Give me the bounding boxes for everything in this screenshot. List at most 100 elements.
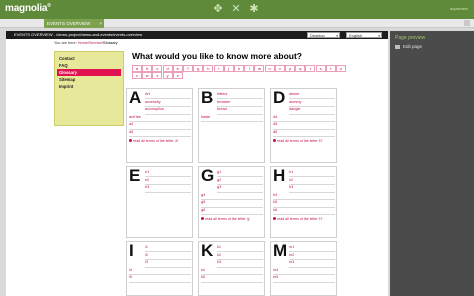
- term-link[interactable]: d6: [273, 130, 277, 134]
- term-link[interactable]: m3: [289, 260, 294, 264]
- term-link[interactable]: dummy: [289, 100, 301, 104]
- letter-link-p[interactable]: p: [285, 65, 295, 72]
- menu-item-sitemap[interactable]: Sitemap: [57, 76, 121, 83]
- read-all-link[interactable]: read all terms of the letter 'g': [201, 217, 250, 221]
- page-title: What would you like to know more about?: [132, 51, 302, 61]
- favorites-icon[interactable]: ✱: [248, 3, 260, 15]
- term-link[interactable]: Art: [145, 92, 150, 96]
- apps-icon[interactable]: ✥: [212, 3, 224, 15]
- term-link[interactable]: e3: [145, 185, 149, 189]
- term-link[interactable]: dangle: [289, 107, 300, 111]
- term-link[interactable]: e2: [145, 178, 149, 182]
- tab-events-overview[interactable]: EVENTS OVERVIEW ×: [44, 19, 104, 28]
- term-link[interactable]: d4: [273, 115, 277, 119]
- letter-link-q[interactable]: q: [295, 65, 306, 72]
- letter-link-y[interactable]: y: [162, 72, 173, 79]
- term-link[interactable]: m4: [273, 268, 278, 272]
- letter-link-x[interactable]: x: [152, 72, 163, 79]
- letter-link-j[interactable]: j: [223, 65, 234, 72]
- read-all-link[interactable]: read all terms of the letter 'H': [273, 217, 323, 221]
- read-all-link[interactable]: read all terms of the letter 'D': [273, 139, 323, 143]
- menu-item-faq[interactable]: FAQ: [57, 62, 121, 69]
- letter-link-r[interactable]: r: [305, 65, 316, 72]
- term-link[interactable]: desire: [289, 92, 299, 96]
- user-name[interactable]: superuser: [450, 6, 468, 11]
- letter-link-v[interactable]: v: [132, 72, 142, 79]
- term-link[interactable]: m1: [289, 245, 294, 249]
- term-link[interactable]: i2: [145, 253, 148, 257]
- term-link[interactable]: h1: [289, 170, 293, 174]
- term-link[interactable]: browser: [217, 100, 231, 104]
- letter-link-d[interactable]: d: [162, 65, 173, 72]
- breadcrumb-item-service[interactable]: Service: [89, 41, 102, 45]
- letter-link-m[interactable]: m: [254, 65, 265, 72]
- letter-link-w[interactable]: w: [142, 72, 153, 79]
- term-link[interactable]: baste: [201, 115, 210, 119]
- term-link[interactable]: i4: [129, 268, 132, 272]
- term-link[interactable]: i5: [129, 275, 132, 279]
- close-icon[interactable]: ×: [99, 19, 102, 28]
- term-link[interactable]: a4: [129, 122, 133, 126]
- term-link[interactable]: k2: [217, 253, 221, 257]
- term-link[interactable]: ach'lee: [129, 115, 141, 119]
- term-divider: [273, 274, 335, 276]
- pulse-icon[interactable]: ✕: [230, 3, 242, 15]
- term-link[interactable]: k1: [217, 245, 221, 249]
- term-link[interactable]: d5: [273, 122, 277, 126]
- tab-scroll-icon[interactable]: [464, 20, 470, 26]
- letter-link-n[interactable]: n: [264, 65, 275, 72]
- letter-link-o[interactable]: o: [274, 65, 285, 72]
- language-select[interactable]: English ▾: [346, 32, 382, 38]
- term-divider: [289, 184, 335, 185]
- term-link[interactable]: g6: [201, 208, 205, 212]
- term-link[interactable]: bitters: [217, 92, 227, 96]
- term-link[interactable]: k5: [201, 275, 205, 279]
- term-link[interactable]: m5: [273, 275, 278, 279]
- letter-link-h[interactable]: h: [203, 65, 214, 72]
- letter-link-k[interactable]: k: [234, 65, 244, 72]
- term-link[interactable]: i3: [145, 260, 148, 264]
- letter-link-g[interactable]: g: [193, 65, 204, 72]
- term-link[interactable]: g1: [217, 170, 221, 174]
- term-link[interactable]: h6: [273, 208, 277, 212]
- magnolia-logo[interactable]: magnolia®: [5, 3, 51, 14]
- letter-link-u[interactable]: u: [336, 65, 346, 72]
- breadcrumb: You are here: Home/Service/Glossary: [54, 41, 118, 45]
- breadcrumb-item-home[interactable]: Home: [78, 41, 88, 45]
- term-link[interactable]: h5: [273, 200, 277, 204]
- letter-link-c[interactable]: c: [152, 65, 163, 72]
- term-link[interactable]: h4: [273, 193, 277, 197]
- term-link[interactable]: bread: [217, 107, 227, 111]
- menu-item-imprint[interactable]: Imprint: [57, 83, 121, 90]
- letter-link-e[interactable]: e: [172, 65, 183, 72]
- letter-link-l[interactable]: l: [244, 65, 255, 72]
- letter-link-i[interactable]: i: [213, 65, 224, 72]
- menu-item-contact[interactable]: Contact: [57, 55, 121, 62]
- term-link[interactable]: accomplice: [145, 107, 164, 111]
- term-link[interactable]: i1: [145, 245, 148, 249]
- term-link[interactable]: h3: [289, 185, 293, 189]
- term-link[interactable]: m2: [289, 253, 294, 257]
- letter-link-a[interactable]: a: [132, 65, 142, 72]
- term-link[interactable]: g5: [201, 200, 205, 204]
- view-select[interactable]: Desktop ▾: [307, 32, 340, 38]
- letter-link-t[interactable]: t: [325, 65, 336, 72]
- term-link[interactable]: accessity: [145, 100, 161, 104]
- letter-link-b[interactable]: b: [142, 65, 153, 72]
- letter-link-z[interactable]: z: [172, 72, 183, 79]
- term-link[interactable]: g2: [217, 178, 221, 182]
- term-link[interactable]: k4: [201, 268, 205, 272]
- menu-item-glossary[interactable]: Glossary: [57, 69, 121, 76]
- term-link[interactable]: g3: [217, 185, 221, 189]
- read-all-link[interactable]: read all terms of the letter 'A': [129, 139, 179, 143]
- letter-link-s[interactable]: s: [315, 65, 326, 72]
- term-link[interactable]: k3: [217, 260, 221, 264]
- term-link[interactable]: e1: [145, 170, 149, 174]
- term-link[interactable]: h2: [289, 178, 293, 182]
- top-bar: magnolia® ✥ ✕ ✱ superuser: [0, 0, 474, 19]
- term-link[interactable]: g4: [201, 193, 205, 197]
- term-divider: [129, 281, 191, 283]
- letter-link-f[interactable]: f: [183, 65, 193, 72]
- term-link[interactable]: a5: [129, 130, 133, 134]
- edit-page-action[interactable]: Edit page: [395, 44, 422, 49]
